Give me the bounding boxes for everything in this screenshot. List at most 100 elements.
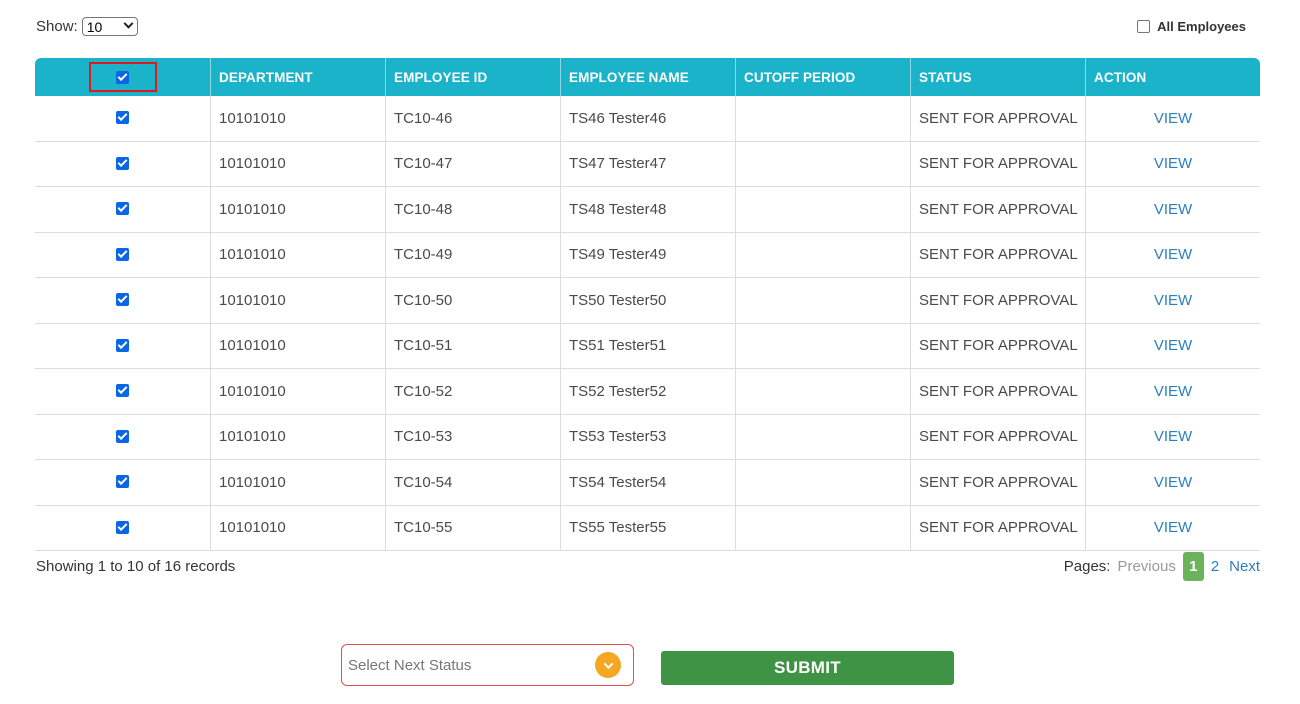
department-cell: 10101010	[210, 187, 385, 232]
view-link[interactable]: VIEW	[1154, 383, 1192, 400]
row-select-cell	[35, 506, 210, 551]
row-select-cell	[35, 187, 210, 232]
employee-id-cell: TC10-49	[385, 232, 560, 277]
previous-page-link[interactable]: Previous	[1117, 558, 1175, 575]
employee-name-cell: TS53 Tester53	[560, 414, 735, 459]
header-action: ACTION	[1085, 58, 1260, 96]
cutoff-period-cell	[735, 323, 910, 368]
show-control: Show: 10	[36, 17, 138, 36]
select-all-checkbox[interactable]	[116, 70, 129, 84]
cutoff-period-cell	[735, 187, 910, 232]
row-checkbox[interactable]	[116, 156, 129, 170]
row-checkbox[interactable]	[116, 384, 129, 397]
department-cell: 10101010	[210, 369, 385, 414]
table-row: 10101010 TC10-50 TS50 Tester50 SENT FOR …	[35, 278, 1260, 324]
department-cell: 10101010	[210, 414, 385, 459]
row-checkbox[interactable]	[116, 293, 129, 306]
employee-name-cell: TS55 Tester55	[560, 505, 735, 550]
view-link[interactable]: VIEW	[1154, 337, 1192, 354]
employee-id-cell: TC10-55	[385, 505, 560, 550]
employee-name-cell: TS48 Tester48	[560, 187, 735, 232]
row-select-cell	[35, 142, 210, 187]
view-link[interactable]: VIEW	[1154, 155, 1192, 172]
status-cell: SENT FOR APPROVAL	[910, 414, 1085, 459]
submit-button[interactable]: SUBMIT	[661, 651, 954, 685]
employee-name-cell: TS47 Tester47	[560, 141, 735, 186]
row-select-cell	[35, 415, 210, 460]
header-employee-id[interactable]: EMPLOYEE ID	[385, 58, 560, 96]
status-cell: SENT FOR APPROVAL	[910, 96, 1085, 141]
table-row: 10101010 TC10-48 TS48 Tester48 SENT FOR …	[35, 187, 1260, 233]
status-cell: SENT FOR APPROVAL	[910, 460, 1085, 505]
action-cell: VIEW	[1085, 323, 1260, 368]
action-cell: VIEW	[1085, 187, 1260, 232]
cutoff-period-cell	[735, 232, 910, 277]
status-cell: SENT FOR APPROVAL	[910, 278, 1085, 323]
row-checkbox[interactable]	[116, 475, 129, 488]
action-cell: VIEW	[1085, 278, 1260, 323]
department-cell: 10101010	[210, 505, 385, 550]
header-cutoff-period[interactable]: CUTOFF PERIOD	[735, 58, 910, 96]
status-cell: SENT FOR APPROVAL	[910, 323, 1085, 368]
table-row: 10101010 TC10-53 TS53 Tester53 SENT FOR …	[35, 414, 1260, 460]
all-employees-checkbox[interactable]	[1137, 20, 1151, 33]
department-cell: 10101010	[210, 278, 385, 323]
page-size-select[interactable]: 10	[81, 17, 138, 36]
row-select-cell	[35, 96, 210, 141]
row-checkbox[interactable]	[116, 429, 129, 443]
table-row: 10101010 TC10-52 TS52 Tester52 SENT FOR …	[35, 369, 1260, 415]
view-link[interactable]: VIEW	[1154, 110, 1192, 127]
header-employee-name[interactable]: EMPLOYEE NAME	[560, 58, 735, 96]
header-department[interactable]: DEPARTMENT	[210, 58, 385, 96]
action-cell: VIEW	[1085, 369, 1260, 414]
pages-label: Pages:	[1063, 558, 1111, 575]
department-cell: 10101010	[210, 141, 385, 186]
header-status[interactable]: STATUS	[910, 58, 1085, 96]
employee-id-cell: TC10-48	[385, 187, 560, 232]
table-row: 10101010 TC10-49 TS49 Tester49 SENT FOR …	[35, 232, 1260, 278]
view-link[interactable]: VIEW	[1154, 519, 1192, 536]
next-status-placeholder: Select Next Status	[348, 656, 472, 674]
row-checkbox[interactable]	[116, 247, 129, 261]
employee-name-cell: TS51 Tester51	[560, 323, 735, 368]
row-checkbox[interactable]	[116, 202, 129, 215]
view-link[interactable]: VIEW	[1154, 246, 1192, 263]
status-cell: SENT FOR APPROVAL	[910, 505, 1085, 550]
table-row: 10101010 TC10-51 TS51 Tester51 SENT FOR …	[35, 323, 1260, 369]
row-checkbox[interactable]	[116, 338, 129, 352]
select-all-highlight	[88, 62, 157, 92]
next-page-link[interactable]: Next	[1229, 558, 1260, 575]
cutoff-period-cell	[735, 414, 910, 459]
status-cell: SENT FOR APPROVAL	[910, 141, 1085, 186]
employee-id-cell: TC10-54	[385, 460, 560, 505]
next-status-select[interactable]: Select Next Status	[341, 644, 634, 686]
employee-id-cell: TC10-51	[385, 323, 560, 368]
employee-name-cell: TS46 Tester46	[560, 96, 735, 141]
employee-id-cell: TC10-47	[385, 141, 560, 186]
view-link[interactable]: VIEW	[1154, 428, 1192, 445]
employee-id-cell: TC10-46	[385, 96, 560, 141]
row-checkbox[interactable]	[116, 520, 129, 534]
view-link[interactable]: VIEW	[1154, 474, 1192, 491]
row-select-cell	[35, 369, 210, 414]
table-row: 10101010 TC10-47 TS47 Tester47 SENT FOR …	[35, 141, 1260, 187]
all-employees-toggle[interactable]: All Employees	[1137, 19, 1246, 34]
cutoff-period-cell	[735, 96, 910, 141]
page-1-button[interactable]: 1	[1182, 552, 1204, 581]
row-checkbox[interactable]	[116, 111, 129, 124]
chevron-down-icon	[595, 652, 621, 678]
department-cell: 10101010	[210, 232, 385, 277]
show-label: Show:	[36, 18, 78, 35]
action-cell: VIEW	[1085, 232, 1260, 277]
view-link[interactable]: VIEW	[1154, 292, 1192, 309]
employee-name-cell: TS52 Tester52	[560, 369, 735, 414]
employee-name-cell: TS50 Tester50	[560, 278, 735, 323]
records-summary: Showing 1 to 10 of 16 records	[36, 558, 236, 575]
cutoff-period-cell	[735, 141, 910, 186]
cutoff-period-cell	[735, 505, 910, 550]
view-link[interactable]: VIEW	[1154, 201, 1192, 218]
employee-id-cell: TC10-50	[385, 278, 560, 323]
row-select-cell	[35, 278, 210, 323]
page-2-link[interactable]: 2	[1211, 558, 1219, 575]
employee-name-cell: TS54 Tester54	[560, 460, 735, 505]
